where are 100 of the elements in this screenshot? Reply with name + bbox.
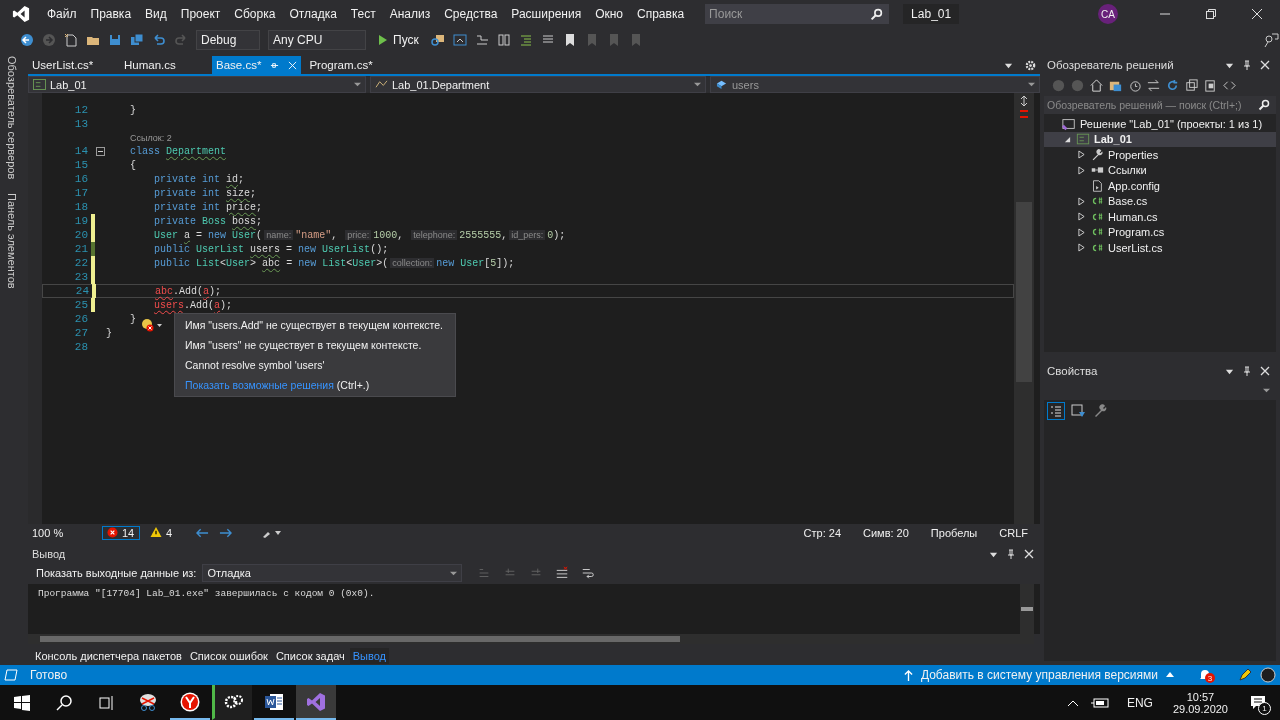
tree-item[interactable]: Human.cs <box>1044 209 1276 225</box>
refresh-icon[interactable] <box>1165 77 1180 93</box>
menu-item[interactable]: Анализ <box>382 7 438 21</box>
menu-item[interactable]: Сборка <box>227 7 283 21</box>
caret-up-icon[interactable] <box>1066 698 1079 707</box>
clear-all-icon[interactable] <box>555 566 570 580</box>
zoom-dropdown[interactable]: 100 % <box>32 526 92 539</box>
battery-icon[interactable] <box>1090 697 1109 708</box>
side-tab[interactable]: Обозреватель серверов <box>6 56 18 180</box>
error-count[interactable]: 14 <box>102 525 140 540</box>
menu-item[interactable]: Правка <box>83 7 139 21</box>
tree-item[interactable]: Lab_01 <box>1044 131 1276 147</box>
lightbulb-error-icon[interactable] <box>140 318 164 332</box>
columns-icon[interactable] <box>495 32 512 48</box>
pin-icon[interactable] <box>1242 366 1252 376</box>
tree-item[interactable]: App.config <box>1044 178 1276 194</box>
expanded-arrow-icon[interactable] <box>1063 135 1071 143</box>
vertical-scrollbar[interactable] <box>1014 93 1034 524</box>
tree-item[interactable]: Ссылки <box>1044 162 1276 178</box>
close-icon[interactable] <box>1251 8 1263 20</box>
find-icon[interactable] <box>429 32 446 48</box>
close-icon[interactable] <box>1024 549 1034 559</box>
file-tab[interactable]: Human.cs <box>120 56 208 74</box>
collapse-icon[interactable] <box>96 146 105 156</box>
tree-item[interactable]: Program.cs <box>1044 224 1276 240</box>
platform-dropdown[interactable]: Any CPU <box>268 30 366 50</box>
save-all-icon[interactable] <box>129 32 145 48</box>
collapse-icon[interactable] <box>1184 77 1199 93</box>
windows-logo-icon[interactable] <box>14 694 30 711</box>
feedback-icon[interactable] <box>1263 32 1279 48</box>
member-dropdown[interactable]: users <box>710 76 1040 93</box>
copy-icon[interactable] <box>1203 77 1218 93</box>
visual-studio-icon[interactable] <box>306 691 326 712</box>
document-app-icon[interactable] <box>264 691 284 712</box>
language-indicator[interactable]: ENG <box>1126 695 1153 710</box>
warning-count[interactable]: 4 <box>150 526 173 539</box>
type-dropdown[interactable]: Lab_01.Department <box>370 76 706 93</box>
menu-item[interactable]: Расширения <box>504 7 589 21</box>
pin-icon[interactable] <box>1006 549 1016 559</box>
menu-item[interactable]: Файл <box>40 7 84 21</box>
menu-item[interactable]: Отладка <box>282 7 344 21</box>
home-icon[interactable] <box>1089 77 1104 93</box>
property-pages-icon[interactable] <box>1070 403 1086 419</box>
code-lens[interactable]: Ссылок: 2 <box>130 132 172 143</box>
tree-item[interactable]: Base.cs <box>1044 193 1276 209</box>
menu-item[interactable]: Тест <box>343 7 383 21</box>
project-dropdown[interactable]: Lab_01 <box>28 76 366 93</box>
tree-item[interactable]: Properties <box>1044 147 1276 163</box>
tree-item[interactable]: Решение "Lab_01" (проекты: 1 из 1) <box>1044 116 1276 132</box>
search-icon[interactable] <box>870 8 884 21</box>
panel-tab[interactable]: Список задач <box>272 648 348 664</box>
tree-item[interactable]: UserList.cs <box>1044 240 1276 256</box>
close-icon[interactable] <box>1260 60 1270 70</box>
search-icon[interactable] <box>1258 99 1270 111</box>
configuration-dropdown[interactable]: Debug <box>196 30 260 50</box>
categorized-icon[interactable] <box>1048 403 1064 419</box>
restore-icon[interactable] <box>1205 8 1217 20</box>
search-icon[interactable] <box>56 694 72 711</box>
collapsed-arrow-icon[interactable] <box>1077 243 1085 253</box>
collapsed-arrow-icon[interactable] <box>1077 150 1085 160</box>
pen-icon[interactable] <box>1238 668 1252 682</box>
output-source-dropdown[interactable]: Отладка <box>202 564 463 582</box>
clock[interactable]: 10:57 29.09.2020 <box>1172 690 1228 715</box>
collapsed-arrow-icon[interactable] <box>1077 196 1085 206</box>
side-tab[interactable]: Панель элементов <box>6 193 18 289</box>
file-tab[interactable]: UserList.cs* <box>28 56 116 74</box>
collapsed-arrow-icon[interactable] <box>1077 212 1085 222</box>
new-item-icon[interactable] <box>63 32 79 48</box>
browser-icon[interactable] <box>180 691 200 712</box>
sync-icon[interactable] <box>1146 77 1161 93</box>
save-icon[interactable] <box>107 32 123 48</box>
menu-item[interactable]: Вид <box>138 7 174 21</box>
panel-tab[interactable]: Список ошибок <box>186 648 271 664</box>
file-tab[interactable]: Base.cs* <box>212 56 302 74</box>
menu-item[interactable]: Проект <box>173 7 228 21</box>
search-field[interactable]: Обозреватель решений — поиск (Ctrl+;) <box>1044 96 1276 114</box>
pin-icon[interactable] <box>1242 60 1252 70</box>
browser-icon[interactable] <box>451 32 468 48</box>
panel-tab[interactable]: Консоль диспетчера пакетов <box>32 648 185 664</box>
file-tab[interactable]: Program.cs* <box>305 56 394 74</box>
circle-icon[interactable] <box>1260 667 1276 683</box>
gear-icon[interactable] <box>1025 59 1036 71</box>
account-avatar[interactable]: CA <box>1098 4 1118 24</box>
menu-item[interactable]: Окно <box>588 7 631 21</box>
collapsed-arrow-icon[interactable] <box>1077 165 1085 175</box>
split-icon[interactable] <box>1019 96 1029 106</box>
menu-item[interactable]: Средства <box>437 7 505 21</box>
pin-icon[interactable] <box>270 60 280 70</box>
collapsed-arrow-icon[interactable] <box>1077 227 1085 237</box>
word-wrap-icon[interactable] <box>581 566 596 580</box>
menu-item[interactable]: Справка <box>630 7 692 21</box>
task-view-icon[interactable] <box>98 694 114 711</box>
scissors-icon[interactable] <box>138 691 158 712</box>
show-fixes-link[interactable]: Показать возможные решения <box>185 379 334 391</box>
undo-icon[interactable] <box>151 32 167 48</box>
source-control-button[interactable]: Добавить в систему управления версиями <box>903 668 1174 682</box>
run-button[interactable]: Пуск <box>372 33 425 47</box>
close-icon[interactable] <box>1260 366 1270 376</box>
search-field[interactable]: Поиск <box>705 4 890 24</box>
panel-tab[interactable]: Вывод <box>349 648 389 664</box>
